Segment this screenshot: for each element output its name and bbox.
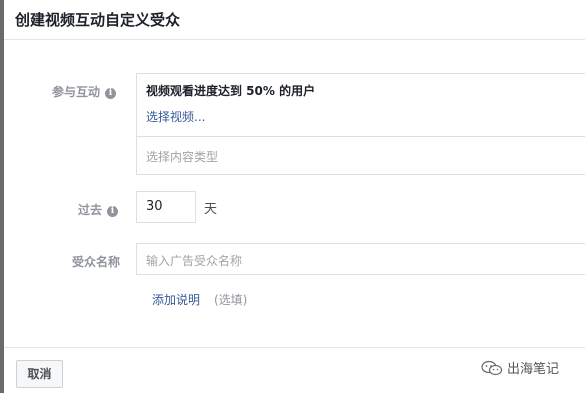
dialog-header: 创建视频互动自定义受众 bbox=[4, 0, 585, 40]
audience-name-placeholder: 输入广告受众名称 bbox=[146, 254, 243, 268]
engagement-selected-title: 视频观看进度达到 50% 的用户 bbox=[146, 84, 316, 98]
select-video-link[interactable]: 选择视频... bbox=[146, 108, 205, 125]
engagement-label: 参与互动 bbox=[52, 85, 101, 99]
cancel-button[interactable]: 取消 bbox=[16, 360, 63, 388]
days-input[interactable]: 30 bbox=[136, 191, 196, 223]
custom-audience-dialog: 创建视频互动自定义受众 参与互动 i 视频观看进度达到 50% 的用户 选择视频.… bbox=[4, 0, 585, 393]
watermark-text: 出海笔记 bbox=[507, 362, 560, 377]
add-description-link[interactable]: 添加说明 bbox=[152, 291, 200, 308]
wechat-icon bbox=[481, 360, 503, 376]
footer-divider bbox=[4, 347, 585, 348]
dialog-title: 创建视频互动自定义受众 bbox=[15, 11, 181, 29]
period-label: 过去 bbox=[78, 203, 103, 217]
engagement-label-row: 参与互动 i bbox=[52, 83, 117, 100]
audience-name-label: 受众名称 bbox=[72, 255, 121, 269]
period-label-row: 过去 i bbox=[78, 201, 119, 218]
info-icon[interactable]: i bbox=[105, 88, 117, 99]
days-unit: 天 bbox=[204, 202, 218, 217]
info-icon[interactable]: i bbox=[107, 206, 119, 217]
content-type-placeholder: 选择内容类型 bbox=[146, 150, 219, 164]
optional-hint: (选填) bbox=[214, 293, 248, 307]
audience-name-input[interactable]: 输入广告受众名称 bbox=[136, 243, 585, 275]
content-type-select[interactable]: 选择内容类型 bbox=[136, 137, 585, 175]
watermark: 出海笔记 bbox=[481, 358, 559, 377]
engagement-selector[interactable]: 视频观看进度达到 50% 的用户 选择视频... bbox=[136, 73, 585, 137]
